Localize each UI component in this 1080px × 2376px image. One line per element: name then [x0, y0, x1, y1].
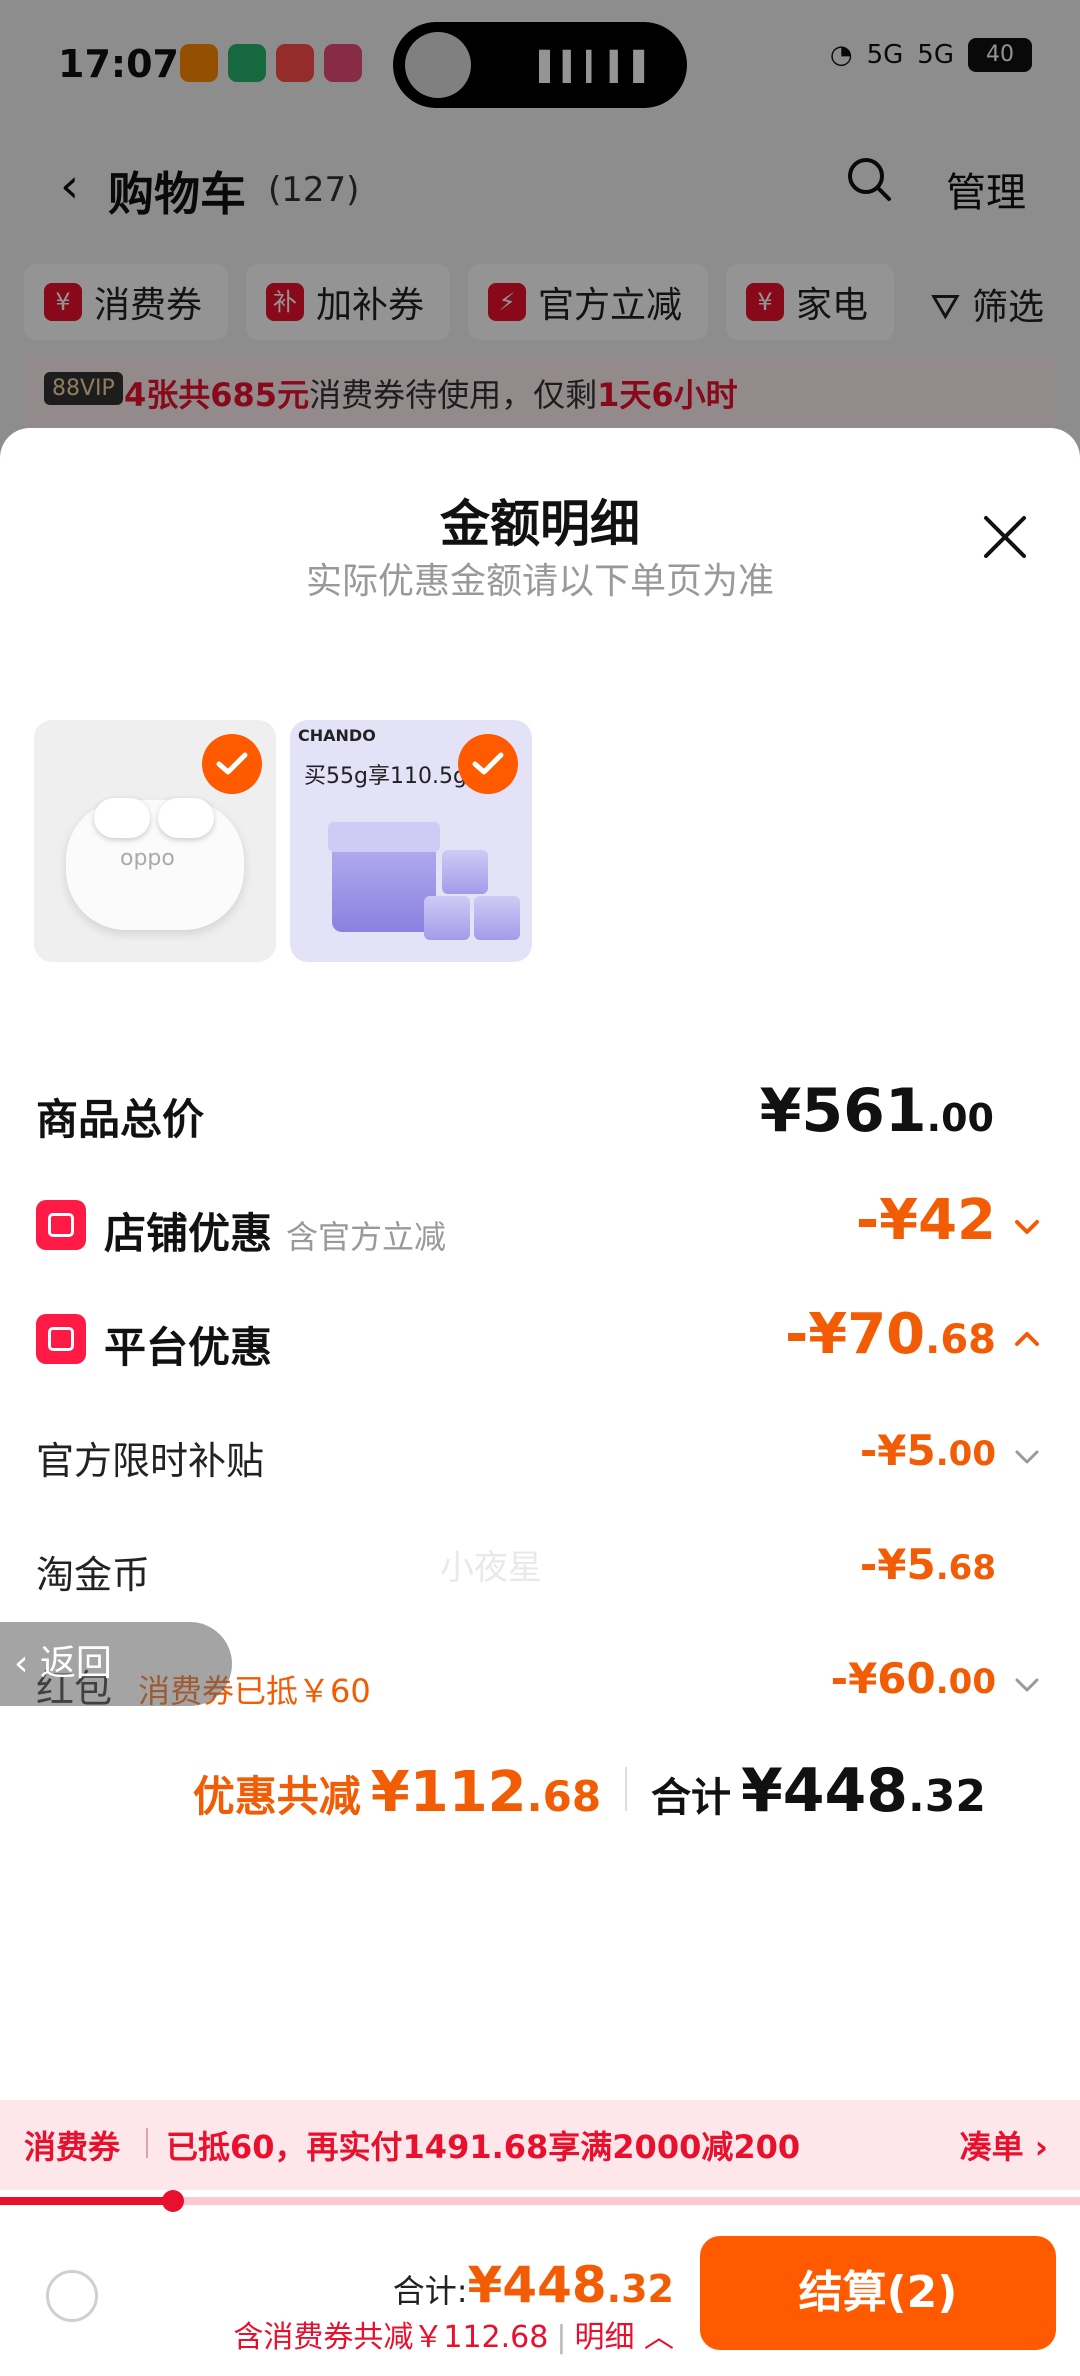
taojinbi-row: 淘金币 -¥5.68 [0, 1534, 1080, 1604]
amount-summary: 优惠共减 ¥112.68 合计 ¥448.32 [0, 1756, 1080, 1836]
summary-total-label: 合计 [651, 1775, 732, 1821]
add-items-link[interactable]: 凑单 › [960, 2122, 1048, 2168]
product-thumbnail-earbuds[interactable]: oppo [34, 720, 276, 962]
product-thumbnail-cream[interactable]: CHANDO 买55g享110.5g [290, 720, 532, 962]
amount-detail-sheet: 金额明细 实际优惠金额请以下单页为准 oppo CHANDO 买55g享110.… [0, 428, 1080, 2376]
selected-check-icon[interactable] [458, 734, 518, 794]
earbud-image [158, 798, 214, 838]
checkout-detail[interactable]: 含消费券共减￥112.68 | 明细 ︿ [233, 2312, 674, 2356]
checkout-bar: 合计:¥448.32 含消费券共减￥112.68 | 明细 ︿ 结算(2) [0, 2212, 1080, 2376]
total-price-row: 商品总价 ¥561.00 [0, 1076, 1080, 1156]
progress-knob [161, 2190, 184, 2212]
coupon-strip-text: 已抵60，再实付1491.68享满2000减200 [166, 2128, 801, 2166]
shop-discount-row[interactable]: 店铺优惠 含官方立减 -¥42 [0, 1188, 1080, 1268]
coupon-progress-bar [0, 2190, 1080, 2212]
checkout-button[interactable]: 结算(2) [700, 2236, 1056, 2350]
sub-item-label: 官方限时补贴 [36, 1439, 265, 1483]
modal-overlay[interactable] [0, 0, 1080, 440]
checkout-total-amount: ¥448.32 [467, 2256, 675, 2314]
checkout-total-label: 合计: [392, 2272, 468, 2310]
discount-total-label: 优惠共减 [192, 1772, 361, 1821]
shop-discount-label: 店铺优惠 含官方立减 [104, 1209, 447, 1258]
detail-divider: | [556, 2320, 567, 2355]
sheet-title: 金额明细 [440, 495, 640, 553]
coupon-strip-label: 消费券 [24, 2128, 121, 2166]
product-brand: CHANDO [298, 726, 376, 745]
chevron-up-icon: ︿ [634, 2320, 674, 2355]
discount-total-amount: ¥112.68 [370, 1760, 602, 1825]
shop-icon [36, 1200, 86, 1250]
back-label: 返回 [39, 1643, 112, 1684]
checkout-total: 合计:¥448.32 [393, 2256, 674, 2314]
floating-back-button[interactable]: ‹ 返回 [0, 1622, 232, 1706]
progress-fill [0, 2197, 173, 2205]
product-promo-text: 买55g享110.5g [304, 764, 467, 789]
mini-jar-image [442, 850, 488, 894]
selected-check-icon[interactable] [202, 734, 262, 794]
summary-divider [625, 1767, 628, 1811]
chevron-down-icon[interactable] [1012, 1212, 1042, 1242]
mini-jar-image [474, 896, 520, 940]
sub-item-amount: -¥60.00 [830, 1654, 996, 1703]
platform-discount-label: 平台优惠 [104, 1323, 273, 1372]
shop-discount-hint: 含官方立减 [286, 1218, 447, 1256]
select-all-radio[interactable] [46, 2270, 98, 2322]
platform-coupon-icon [36, 1314, 86, 1364]
detail-link: 明细 [574, 2320, 635, 2355]
chevron-down-icon[interactable] [1012, 1670, 1042, 1700]
sub-item-label: 淘金币 [36, 1553, 151, 1597]
total-price-amount: ¥561.00 [759, 1076, 994, 1146]
sub-item-amount: -¥5.68 [859, 1540, 996, 1589]
mini-jar-image [424, 896, 470, 940]
close-icon[interactable] [980, 512, 1030, 562]
summary-total-amount: ¥448.32 [741, 1756, 986, 1826]
checkout-discount-text: 含消费券共减￥112.68 [233, 2320, 549, 2355]
shop-discount-amount: -¥42 [855, 1188, 996, 1253]
cream-jar-image [328, 822, 440, 932]
platform-discount-amount: -¥70.68 [785, 1302, 996, 1367]
platform-discount-row[interactable]: 平台优惠 -¥70.68 [0, 1302, 1080, 1382]
coupon-progress-strip: 消费券 已抵60，再实付1491.68享满2000减200 凑单 › [0, 2100, 1080, 2190]
official-subsidy-row[interactable]: 官方限时补贴 -¥5.00 [0, 1420, 1080, 1490]
coupon-strip-divider [146, 2128, 148, 2158]
sub-item-amount: -¥5.00 [859, 1426, 996, 1475]
sheet-subtitle: 实际优惠金额请以下单页为准 [305, 561, 774, 602]
earbud-image [94, 798, 150, 838]
back-chevron-icon: ‹ [14, 1643, 40, 1684]
chevron-up-icon[interactable] [1012, 1324, 1042, 1354]
total-price-label: 商品总价 [36, 1095, 205, 1144]
product-brand: oppo [120, 846, 175, 871]
chevron-down-icon[interactable] [1012, 1442, 1042, 1472]
